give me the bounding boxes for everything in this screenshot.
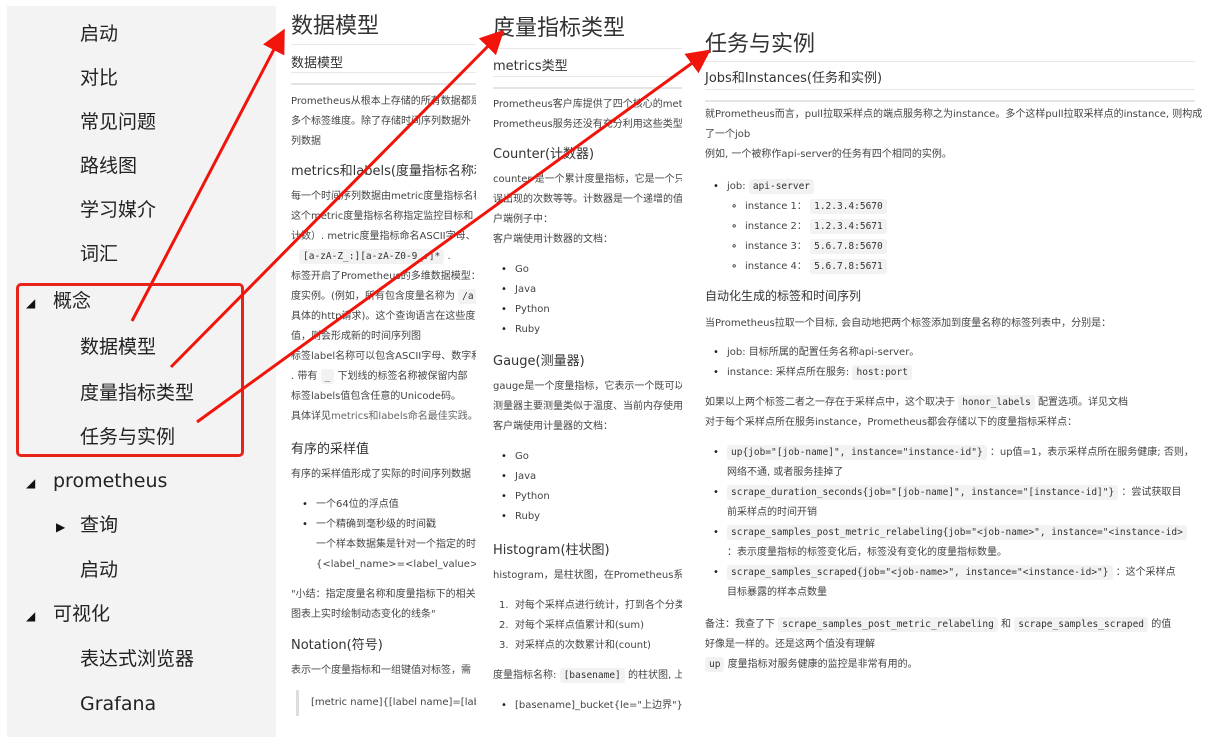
metric-types-panel: 度量指标类型 metrics类型 Prometheus客户库提供了四个核心的me…	[487, 0, 682, 730]
divider	[291, 72, 476, 73]
doc-link[interactable]: Python	[501, 300, 550, 320]
paragraph: 如果以上两个标签二者之一存在于采样点中，这个取决于 honor_labels 配…	[705, 395, 1129, 428]
note-paragraph: 备注：我查了下 scrape_samples_post_metric_relab…	[705, 617, 1172, 672]
section-heading: Histogram(柱状图)	[493, 543, 610, 558]
sidebar-item-expression-browser[interactable]: 表达式浏览器	[80, 647, 194, 671]
page-subtitle: 数据模型	[291, 56, 344, 71]
page-title: 任务与实例	[705, 32, 816, 57]
doc-link[interactable]: Go	[501, 447, 550, 467]
sidebar-item-label: 表达式浏览器	[80, 648, 195, 670]
auto-label-list: job: 目标所属的配置任务名称api-server。 instance: 采样…	[713, 343, 919, 383]
divider	[705, 100, 1195, 102]
section-heading: 自动化生成的标签和时间序列	[705, 289, 862, 303]
sidebar-item-label: 可视化	[53, 603, 111, 625]
summary-quote: "小结：指定度量名称和度量指标下的相关 图表上实时绘制动态变化的线条"	[291, 589, 476, 620]
paragraph: 当Prometheus拉取一个目标, 会自动地把两个标签添加到度量名称的标签列表…	[705, 318, 1112, 329]
sidebar-item-media[interactable]: 学习媒介	[80, 198, 156, 222]
paragraph: 有序的采样值形成了实际的时间序列数据	[291, 469, 471, 480]
divider	[493, 48, 682, 49]
collapsed-triangle-icon[interactable]: ▶	[56, 515, 65, 539]
sidebar-item-label: 对比	[80, 67, 119, 89]
language-list: Go Java Python Ruby	[501, 447, 550, 527]
sidebar-item-comparison[interactable]: 对比	[80, 66, 118, 90]
jobs-instances-panel: 任务与实例 Jobs和Instances(任务和实例) 就Prometheus而…	[697, 0, 1230, 680]
doc-link[interactable]: Java	[501, 467, 550, 487]
notation-blockquote: [metric name]{[label name]=[label v	[296, 690, 476, 716]
sidebar-group-prometheus[interactable]: ◢ prometheus	[26, 469, 167, 493]
divider	[291, 83, 476, 85]
sidebar-item-roadmap[interactable]: 路线图	[80, 154, 137, 178]
bullet-item: [basename]_bucket{le="上边界"}, 这个	[501, 696, 682, 716]
doc-link[interactable]: Java	[501, 280, 550, 300]
divider	[705, 61, 1195, 62]
paragraph: histogram，是柱状图，在Prometheus系统	[493, 570, 682, 581]
sidebar-item-label: prometheus	[53, 470, 168, 492]
sidebar-item-label: 查询	[80, 514, 119, 536]
sidebar-item-label: 启动	[80, 559, 119, 581]
sidebar-item-glossary[interactable]: 词汇	[80, 242, 118, 266]
sidebar-item-label: Grafana	[80, 693, 157, 715]
expanded-triangle-icon[interactable]: ◢	[26, 471, 35, 495]
sidebar-item-label: 启动	[80, 23, 119, 45]
doc-link[interactable]: Ruby	[501, 507, 550, 527]
paragraph: Prometheus客户库提供了四个核心的metri Prometheus服务还没…	[493, 99, 682, 130]
language-list: Go Java Python Ruby	[501, 260, 550, 340]
paragraph: counter 是一个累计度量指标，它是一个只能 误出现的次数等等。计数器是一个递…	[493, 174, 682, 245]
sidebar-group-visualization[interactable]: ◢ 可视化	[26, 602, 110, 626]
paragraph: 就Prometheus而言，pull拉取采样点的端点服务称之为instance。…	[705, 109, 1203, 160]
sidebar-item-label: 路线图	[80, 155, 138, 177]
sidebar-item-startup[interactable]: 启动	[80, 22, 118, 46]
job-list: job: api-server instance 1： 1.2.3.4:5670…	[713, 177, 887, 277]
highlight-box	[16, 283, 244, 457]
paragraph: gauge是一个度量指标，它表示一个既可以 测量器主要测量类似于温度、当前内存使用…	[493, 381, 682, 432]
sidebar-item-label: 词汇	[80, 243, 119, 265]
doc-link[interactable]: Go	[501, 260, 550, 280]
bullet-list: 一个64位的浮点值 一个精确到毫秒级的时间戳 一个样本数据集是针对一个指定的时间…	[302, 495, 476, 575]
page-title: 度量指标类型	[493, 16, 626, 41]
divider	[493, 76, 682, 77]
page-subtitle: Jobs和Instances(任务和实例)	[705, 71, 883, 86]
section-heading: 有序的采样值	[291, 442, 370, 457]
divider	[705, 89, 1195, 90]
paragraph: 度量指标名称: [basename] 的柱状图, 上	[493, 668, 682, 683]
divider	[493, 87, 682, 89]
page-subtitle: metrics类型	[493, 59, 568, 74]
section-heading: Counter(计数器)	[493, 147, 595, 162]
divider	[291, 44, 476, 45]
sidebar-item-grafana[interactable]: Grafana	[80, 692, 156, 716]
data-model-panel: 数据模型 数据模型 Prometheus从根本上存储的所有数据都是 多个标签维度。…	[282, 0, 476, 730]
paragraph: 表示一个度量指标和一组键值对标签，需	[291, 665, 471, 676]
sidebar-item-query[interactable]: ▶ 查询	[56, 513, 118, 537]
regex-code: [a-zA-Z_:][a-zA-Z0-9_:]*	[299, 249, 445, 264]
page-title: 数据模型	[291, 14, 380, 39]
sidebar-item-faq[interactable]: 常见问题	[80, 110, 156, 134]
expanded-triangle-icon[interactable]: ◢	[26, 604, 35, 628]
section-heading: metrics和labels(度量指标名称和标	[291, 164, 476, 179]
section-heading: Gauge(测量器)	[493, 354, 585, 369]
metrics-list: up{job="[job-name]", instance="instance-…	[713, 443, 1194, 603]
section-heading: Notation(符号)	[291, 638, 383, 653]
doc-link[interactable]: Ruby	[501, 320, 550, 340]
ordered-list: 1. 对每个采样点进行统计，打到各个分类值 2. 对每个采样点值累计和(sum)…	[499, 600, 682, 651]
sidebar-item-label: 学习媒介	[80, 199, 157, 221]
doc-link[interactable]: Python	[501, 487, 550, 507]
sidebar-item-startup-2[interactable]: 启动	[80, 558, 118, 582]
best-practices-link[interactable]: metrics和labels命名最佳实践	[331, 411, 468, 422]
paragraph: Prometheus从根本上存储的所有数据都是 多个标签维度。除了存储时间序列数据…	[291, 96, 476, 147]
sidebar-item-label: 常见问题	[80, 111, 157, 133]
paragraph: 每一个时间序列数据由metric度量指标名称 这个metric度量指标名称指定监控…	[291, 191, 476, 422]
